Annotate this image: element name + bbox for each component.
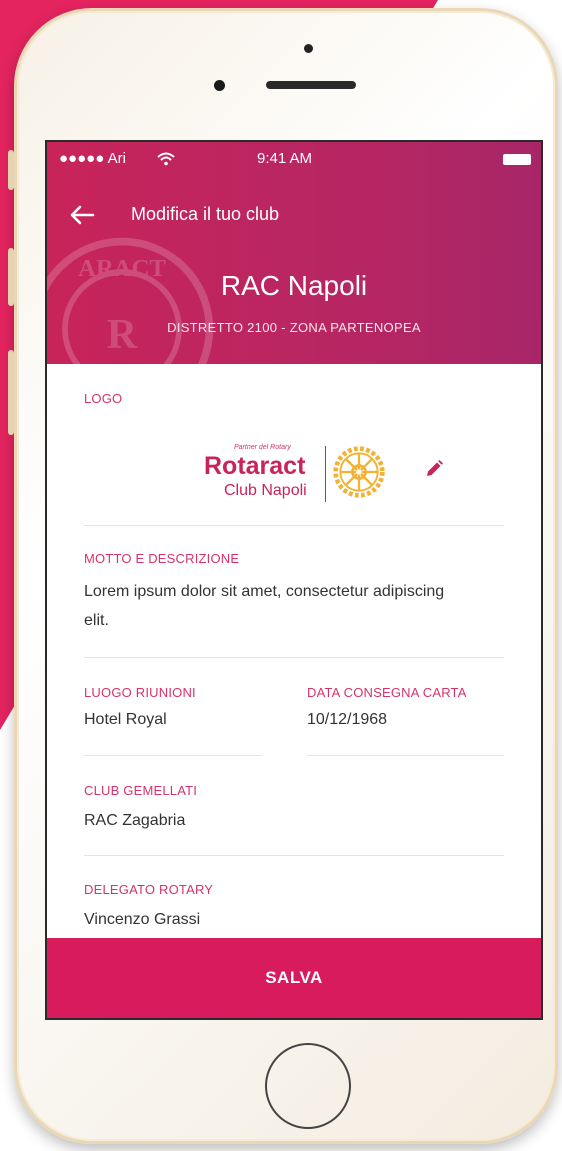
nav-title: Modifica il tuo club — [131, 204, 280, 224]
app-screen: ARACT R ●●●●● Ari 9:41 AM Modifica il tu… — [45, 140, 543, 1020]
rotary-delegate-label: DELEGATO ROTARY — [84, 882, 214, 897]
divider — [307, 755, 504, 756]
twin-clubs-field[interactable]: RAC Zagabria — [84, 812, 185, 830]
phone-sensor — [304, 44, 313, 53]
divider — [84, 657, 504, 658]
motto-text-line-2[interactable]: elit. — [84, 612, 109, 630]
twin-clubs-label: CLUB GEMELLATI — [84, 783, 198, 798]
logo-partner-text: Partner del Rotary — [234, 444, 291, 451]
meeting-place-label: LUOGO RIUNIONI — [84, 685, 196, 700]
motto-text-line-1[interactable]: Lorem ipsum dolor sit amet, consectetur … — [84, 583, 444, 601]
logo-label: LOGO — [84, 391, 123, 406]
phone-volume-down — [8, 350, 14, 435]
rotary-wheel-icon — [333, 446, 385, 498]
club-district: DISTRETTO 2100 - ZONA PARTENOPEA — [167, 320, 421, 335]
motto-label: MOTTO E DESCRIZIONE — [84, 551, 240, 566]
phone-mute-switch — [8, 150, 14, 190]
phone-camera — [214, 80, 225, 91]
club-name: RAC Napoli — [220, 270, 368, 301]
svg-text:R: R — [107, 312, 138, 358]
divider — [84, 855, 504, 856]
divider — [84, 525, 504, 526]
carrier-signal: ●●●●● Ari — [59, 150, 126, 167]
rotary-delegate-field[interactable]: Vincenzo Grassi — [84, 911, 200, 929]
charter-date-label: DATA CONSEGNA CARTA — [307, 685, 467, 700]
pencil-icon[interactable] — [424, 459, 444, 479]
status-time: 9:41 AM — [257, 150, 313, 167]
divider — [84, 755, 262, 756]
phone-home-button[interactable] — [265, 1043, 351, 1129]
wifi-icon — [157, 152, 175, 166]
club-header: ARACT R ●●●●● Ari 9:41 AM Modifica il tu… — [47, 142, 541, 364]
status-bar: ●●●●● Ari 9:41 AM — [59, 150, 531, 170]
save-button[interactable]: SALVA — [47, 938, 541, 1018]
logo-brand: Rotaract — [204, 452, 306, 480]
charter-date-field[interactable]: 10/12/1968 — [307, 711, 387, 729]
club-logo: Partner del Rotary Rotaract Club Napoli — [202, 442, 392, 504]
arrow-left-icon[interactable] — [69, 204, 95, 226]
battery-icon — [503, 154, 531, 165]
logo-club-name: Club Napoli — [224, 482, 307, 499]
meeting-place-field[interactable]: Hotel Royal — [84, 711, 167, 729]
logo-divider — [325, 446, 326, 502]
phone-volume-up — [8, 248, 14, 306]
phone-speaker — [266, 81, 356, 89]
